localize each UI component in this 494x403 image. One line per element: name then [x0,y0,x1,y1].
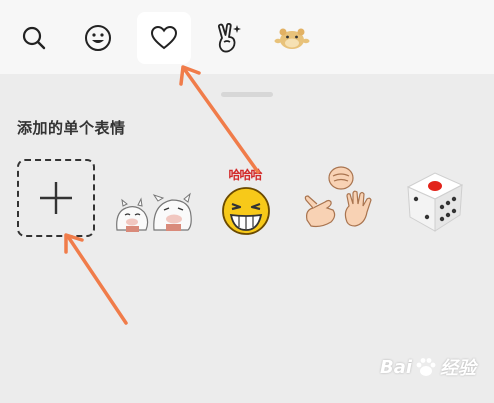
add-sticker-button[interactable] [17,159,95,237]
rock-paper-scissors-sticker[interactable] [303,166,379,234]
haha-face-sticker[interactable] [220,183,272,241]
baidu-watermark: Bai 经验 [380,352,476,382]
heart-icon [150,25,178,50]
section-title: 添加的单个表情 [17,119,126,137]
drag-handle[interactable] [221,92,273,97]
tab-favorites[interactable] [137,12,191,64]
smiley-icon [85,25,111,51]
watermark-suffix: 经验 [440,358,477,379]
plus-icon [40,182,72,214]
paw-icon [416,358,436,376]
search-icon [22,26,46,50]
tab-stickers[interactable] [201,12,255,64]
tab-hamster[interactable] [265,12,319,64]
arrow-to-add-button [67,236,128,325]
tab-emoji[interactable] [71,12,125,64]
arrow-to-favorites-tab [183,68,260,174]
emoji-tab-bar [0,0,494,74]
dice-sticker[interactable] [400,167,470,239]
watermark-brand: Bai [380,356,413,378]
cow-couple-sticker[interactable] [112,186,194,238]
tab-search[interactable] [7,12,61,64]
victory-hand-icon [218,22,241,53]
haha-caption: 哈哈哈 [228,168,262,182]
hamster-sticker-icon [274,28,310,49]
